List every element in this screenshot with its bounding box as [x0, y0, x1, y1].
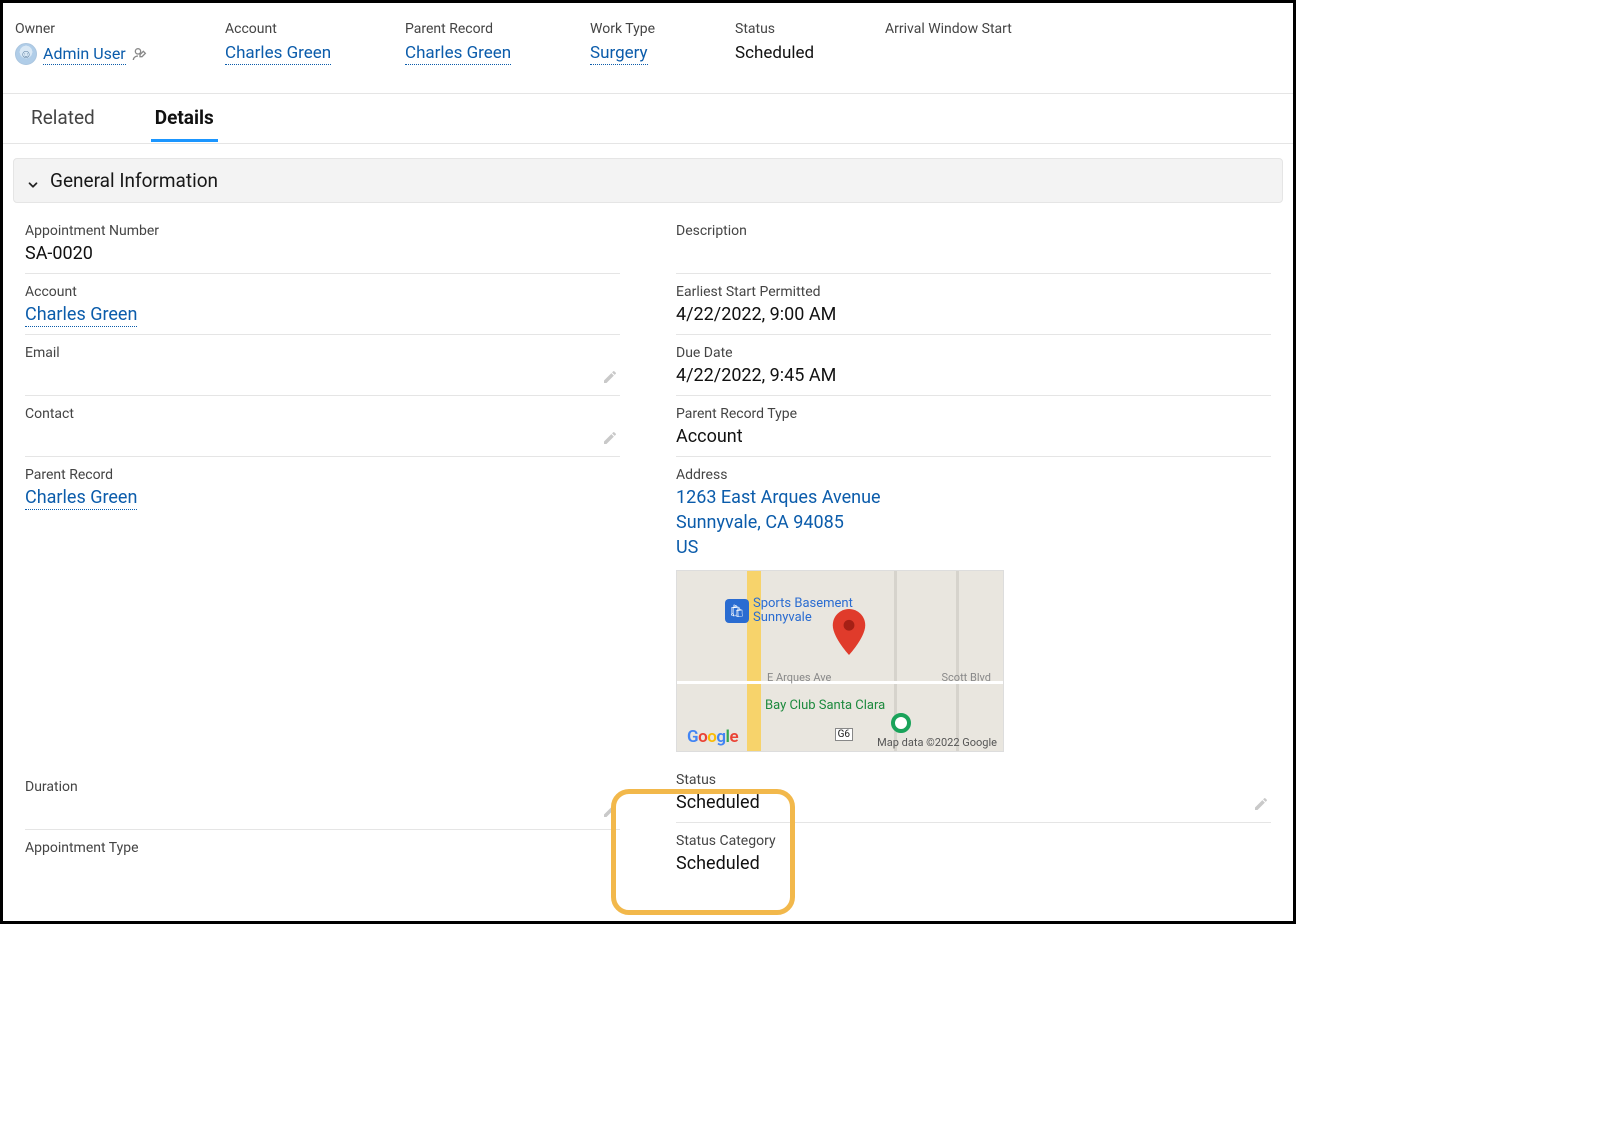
google-logo: Google [687, 727, 738, 747]
owner-label: Owner [15, 21, 225, 37]
field-duration: Duration [25, 769, 620, 830]
owner-value-row: ☺ Admin User [15, 43, 225, 65]
change-owner-icon[interactable] [132, 46, 148, 62]
arrival-label: Arrival Window Start [885, 21, 1085, 37]
worktype-label: Work Type [590, 21, 735, 37]
tab-related[interactable]: Related [27, 95, 99, 142]
header-account: Account Charles Green [225, 21, 405, 65]
parent-label: Parent Record [405, 21, 590, 37]
account-detail-link[interactable]: Charles Green [25, 304, 137, 327]
map-poi-icon: 🛍 [725, 599, 749, 623]
parent-detail-link[interactable]: Charles Green [25, 487, 137, 510]
pencil-icon[interactable] [1253, 796, 1271, 814]
description-value [676, 243, 1271, 265]
section-title: General Information [50, 169, 218, 192]
map-route-shield: G6 [835, 728, 853, 741]
address-value[interactable]: 1263 East Arques Avenue Sunnyvale, CA 94… [676, 487, 1271, 558]
appointment-number-value: SA-0020 [25, 243, 620, 265]
section-general[interactable]: General Information [13, 158, 1283, 203]
tabs: Related Details [3, 94, 1293, 144]
owner-link[interactable]: Admin User [43, 44, 126, 65]
address-line3[interactable]: US [676, 537, 1271, 558]
appointment-type-value [25, 860, 620, 882]
field-address: Address 1263 East Arques Avenue Sunnyval… [676, 457, 1271, 752]
header-owner: Owner ☺ Admin User [15, 21, 225, 65]
field-parent-record: Parent Record Charles Green [25, 457, 620, 517]
record-highlights: Owner ☺ Admin User Account Charles Green… [3, 3, 1293, 94]
left-column: Appointment Number SA-0020 Account Charl… [25, 213, 620, 890]
map-marker-icon [891, 713, 911, 733]
contact-value [25, 426, 620, 448]
field-due-date: Due Date 4/22/2022, 9:45 AM [676, 335, 1271, 396]
parent-record-type-value: Account [676, 426, 1271, 448]
map-attribution: Map data ©2022 Google [877, 736, 997, 749]
avatar-icon: ☺ [15, 43, 37, 65]
pencil-icon[interactable] [602, 430, 620, 448]
email-value [25, 365, 620, 387]
field-parent-record-type: Parent Record Type Account [676, 396, 1271, 457]
header-arrival: Arrival Window Start [885, 21, 1085, 65]
header-worktype: Work Type Surgery [590, 21, 735, 65]
field-status-category: Status Category Scheduled [676, 823, 1271, 883]
field-account: Account Charles Green [25, 274, 620, 335]
map-poi-label: Bay Club Santa Clara [765, 698, 885, 713]
map-road-label: E Arques Ave [767, 671, 831, 684]
duration-value [25, 799, 620, 821]
map-pin-icon [832, 609, 866, 655]
pencil-icon[interactable] [602, 369, 620, 387]
field-contact: Contact [25, 396, 620, 457]
header-status: Status Scheduled [735, 21, 885, 65]
status-label: Status [735, 21, 885, 37]
status-detail-value: Scheduled [676, 792, 1271, 814]
field-status: Status Scheduled [676, 762, 1271, 823]
parent-link[interactable]: Charles Green [405, 43, 511, 65]
status-value: Scheduled [735, 43, 885, 63]
account-link[interactable]: Charles Green [225, 43, 331, 65]
due-date-value: 4/22/2022, 9:45 AM [676, 365, 1271, 387]
field-appointment-number: Appointment Number SA-0020 [25, 213, 620, 274]
field-description: Description [676, 213, 1271, 274]
earliest-start-value: 4/22/2022, 9:00 AM [676, 304, 1271, 326]
header-parent: Parent Record Charles Green [405, 21, 590, 65]
field-earliest-start: Earliest Start Permitted 4/22/2022, 9:00… [676, 274, 1271, 335]
right-column: Description Earliest Start Permitted 4/2… [676, 213, 1271, 890]
field-appointment-type: Appointment Type [25, 830, 620, 890]
pencil-icon[interactable] [602, 803, 620, 821]
detail-grid: Appointment Number SA-0020 Account Charl… [3, 203, 1293, 890]
tab-details[interactable]: Details [151, 95, 218, 142]
address-line2[interactable]: Sunnyvale, CA 94085 [676, 512, 1271, 533]
field-email: Email [25, 335, 620, 396]
address-line1[interactable]: 1263 East Arques Avenue [676, 487, 1271, 508]
map-road-label: Scott Blvd [942, 671, 991, 684]
map-thumbnail[interactable]: 🛍 Sports Basement Sunnyvale E Arques Ave… [676, 570, 1004, 752]
status-category-value: Scheduled [676, 853, 1271, 875]
chevron-down-icon [26, 174, 40, 188]
account-label: Account [225, 21, 405, 37]
worktype-link[interactable]: Surgery [590, 43, 648, 65]
